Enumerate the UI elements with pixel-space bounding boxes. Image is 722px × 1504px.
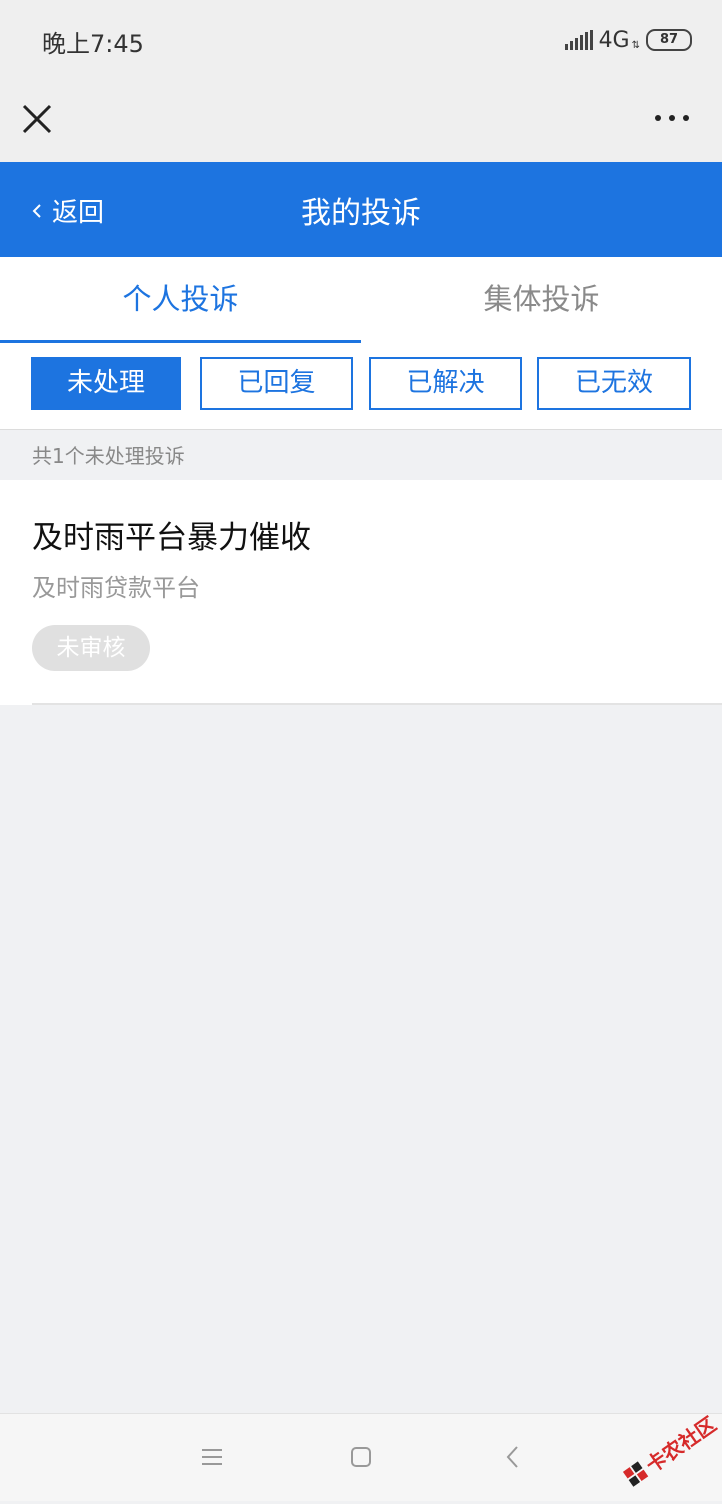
home-icon[interactable] <box>346 1442 376 1472</box>
data-arrows-icon: ⇅ <box>631 39 640 51</box>
close-icon[interactable] <box>20 102 54 136</box>
back-icon[interactable] <box>498 1442 528 1472</box>
menu-icon[interactable] <box>197 1442 227 1472</box>
more-icon[interactable] <box>652 108 692 128</box>
result-count: 共1个未处理投诉 <box>0 429 722 480</box>
filter-replied[interactable]: 已回复 <box>200 357 353 410</box>
count-text: 共1个未处理投诉 <box>32 444 185 468</box>
network-type: 4G <box>598 27 630 53</box>
status-bar: 晚上7:45 4G ⇅ 87 <box>0 0 722 80</box>
complaint-title: 及时雨平台暴力催收 <box>32 520 311 556</box>
page-header: 返回 我的投诉 <box>0 162 722 257</box>
status-badge: 未审核 <box>32 625 150 671</box>
tab-group[interactable]: 集体投诉 <box>361 257 722 343</box>
webview-toolbar <box>0 80 722 162</box>
battery-indicator: 87 <box>646 29 692 51</box>
complaint-type-tabs: 个人投诉 集体投诉 <box>0 257 722 344</box>
divider <box>32 703 722 705</box>
complaint-subtitle: 及时雨贷款平台 <box>32 574 200 602</box>
tab-personal[interactable]: 个人投诉 <box>0 257 361 344</box>
filter-unprocessed[interactable]: 未处理 <box>31 357 181 410</box>
status-indicators: 4G ⇅ 87 <box>564 26 692 54</box>
filter-invalid[interactable]: 已无效 <box>537 357 691 410</box>
status-time: 晚上7:45 <box>42 30 144 58</box>
signal-icon <box>564 30 593 50</box>
page-title: 我的投诉 <box>301 196 421 231</box>
complaint-card[interactable]: 及时雨平台暴力催收 及时雨贷款平台 未审核 <box>0 480 722 705</box>
filter-resolved[interactable]: 已解决 <box>369 357 522 410</box>
status-filters: 未处理 已回复 已解决 已无效 <box>0 343 722 429</box>
